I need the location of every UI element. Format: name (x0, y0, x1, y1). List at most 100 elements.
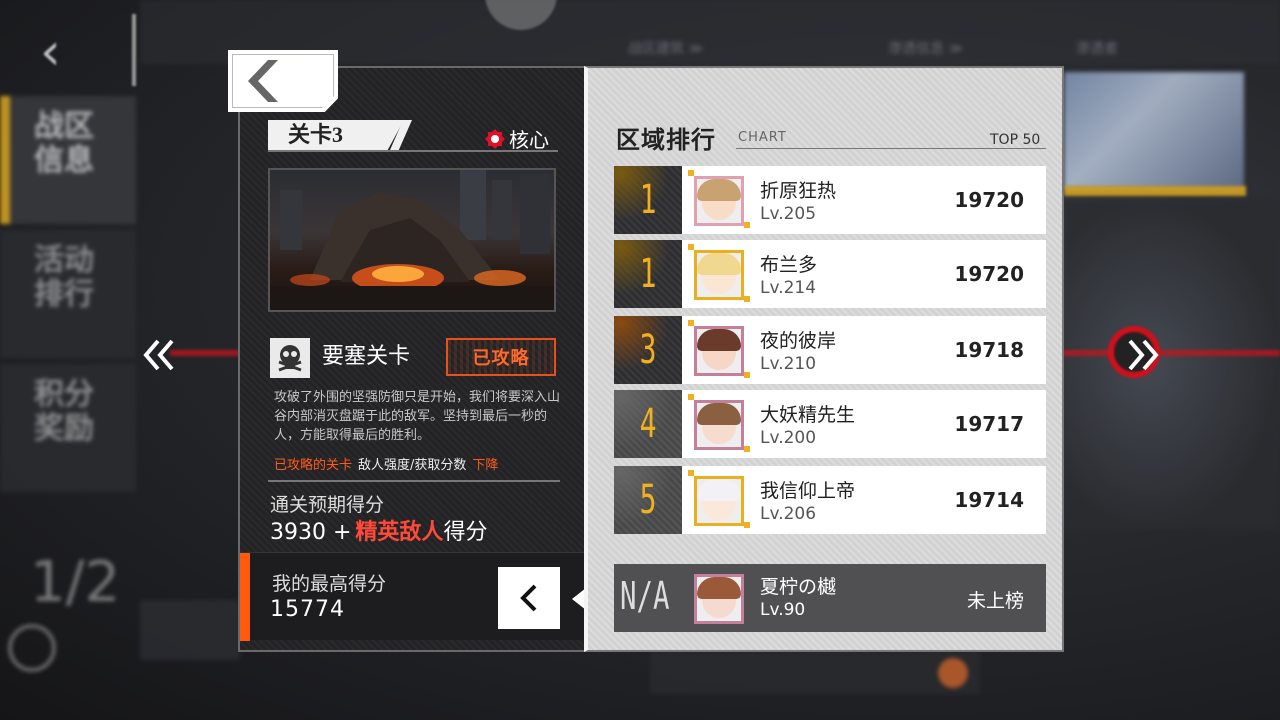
my-player-name: 夏柠の樾 (760, 576, 837, 598)
expected-score-tail: 得分 (443, 520, 488, 545)
best-score-value: 15774 (270, 597, 345, 622)
my-rank: N/A (620, 574, 670, 618)
double-chevron-left-icon (143, 339, 174, 371)
background-sidebar-label: 积分奖励 (34, 377, 94, 446)
background-circle-icon (8, 624, 56, 672)
background-tab-buildings: 战区建筑 ≫ (628, 41, 704, 57)
fortress-skull-icon (270, 338, 310, 378)
event-map-screen: 战区建筑 ≫ 渗透信息 ≫ 渗透者 ‹ 战区信息 活动排行 积分奖励 1/2 关… (0, 0, 1280, 720)
previous-stage-button[interactable] (140, 336, 180, 374)
player-level: Lv.200 (760, 428, 817, 448)
region-ranking-panel: 区域排行 CHART TOP 50 1 折原狂热 Lv.205 19720 1 布兰多 Lv… (584, 66, 1064, 652)
rank-number: 5 (639, 477, 657, 523)
player-level: Lv.210 (760, 354, 817, 374)
best-score-accent (240, 553, 250, 641)
stage-preview-image (268, 168, 556, 312)
player-name: 折原狂热 (760, 180, 837, 202)
background-banner-strip (1064, 186, 1246, 196)
best-score-label: 我的最高得分 (272, 573, 387, 595)
player-score: 19720 (954, 188, 1024, 212)
background-sidebar: 战区信息 活动排行 积分奖励 (0, 96, 138, 526)
player-avatar (694, 400, 744, 450)
avatar-hair (697, 577, 741, 599)
best-score-box: 我的最高得分 15774 (240, 552, 586, 641)
chevron-left-icon (248, 60, 278, 102)
player-score: 19718 (954, 338, 1024, 362)
cleared-rule-text: 敌人强度/获取分数 (358, 458, 467, 473)
ranking-row[interactable]: 1 布兰多 Lv.214 19720 (614, 240, 1046, 308)
avatar-corner (744, 296, 750, 302)
close-dialog-button[interactable] (228, 50, 338, 112)
background-bottom-bar (650, 652, 980, 694)
next-stage-button[interactable] (1122, 336, 1162, 374)
background-tab-infiltration: 渗透信息 ≫ (888, 41, 964, 57)
double-chevron-right-icon (1128, 339, 1159, 371)
my-ranking-status: 未上榜 (966, 590, 1024, 612)
avatar-hair (697, 479, 741, 501)
player-level: Lv.205 (760, 204, 817, 224)
stage-info-panel: 关卡3 核心 要塞关卡 已攻略 攻破了外围的坚强防御只是开始，我们将要深入山谷内… (238, 66, 586, 652)
expected-score-formula: 3930 + 精英敌人 得分 (270, 514, 487, 546)
background-banner (1064, 72, 1244, 188)
expected-score-base: 3930 + (270, 520, 352, 545)
ranking-chart-label: CHART (738, 130, 787, 145)
gear-badge-icon (485, 128, 505, 149)
cleared-badge: 已攻略 (446, 338, 556, 376)
stage-description: 攻破了外围的坚强防御只是开始，我们将要深入山谷内部消灭盘踞于此的敌军。坚持到最后… (274, 390, 561, 443)
rank-badge: 4 (614, 390, 682, 458)
background-map-area (1064, 200, 1280, 530)
cleared-rule-prefix: 已攻略的关卡 (274, 458, 353, 473)
player-avatar (694, 250, 744, 300)
background-divider (132, 14, 136, 86)
avatar-hair (697, 403, 741, 425)
ranking-top-label: TOP 50 (990, 132, 1041, 148)
ranking-row[interactable]: 5 我信仰上帝 Lv.206 19714 (614, 466, 1046, 534)
player-score: 19720 (954, 262, 1024, 286)
stage-label: 关卡3 (288, 122, 344, 147)
stage-type-label: 要塞关卡 (322, 344, 411, 369)
player-name: 布兰多 (760, 254, 818, 276)
ruined-city-illustration (270, 170, 554, 310)
ranking-row[interactable]: 4 大妖精先生 Lv.200 19717 (614, 390, 1046, 458)
background-sidebar-label: 战区信息 (34, 109, 94, 178)
avatar-corner (744, 372, 750, 378)
background-sidebar-item: 积分奖励 (0, 364, 136, 492)
player-avatar (694, 326, 744, 376)
player-avatar (694, 476, 744, 526)
rank-number: 4 (639, 401, 657, 447)
rank-badge: 5 (614, 466, 682, 534)
background-bottom-card (140, 600, 240, 660)
my-ranking-row: N/A 夏柠の樾 Lv.90 未上榜 (614, 564, 1046, 632)
player-score: 19714 (954, 488, 1024, 512)
rank-badge: 1 (614, 166, 682, 234)
avatar-hair (697, 179, 741, 201)
expected-score-label: 通关预期得分 (270, 494, 385, 516)
rule-divider (268, 480, 560, 482)
rank-number: 1 (639, 177, 657, 223)
collapse-ranking-button[interactable] (498, 567, 560, 629)
rank-number: 3 (639, 327, 657, 373)
player-name: 夜的彼岸 (760, 330, 837, 352)
background-tab-infiltrator: 渗透者 (1076, 41, 1118, 57)
ranking-row[interactable]: 3 夜的彼岸 Lv.210 19718 (614, 316, 1046, 384)
avatar-hair (697, 253, 741, 275)
ranking-title-underline (736, 148, 1046, 149)
player-score: 19717 (954, 412, 1024, 436)
rank-number: 1 (639, 251, 657, 297)
rank-badge: 3 (614, 316, 682, 384)
player-name: 我信仰上帝 (760, 480, 856, 502)
player-level: Lv.206 (760, 504, 817, 524)
expected-score-elite: 精英敌人 (355, 520, 444, 545)
ranking-row[interactable]: 1 折原狂热 Lv.205 19720 (614, 166, 1046, 234)
background-progress: 1/2 (30, 550, 121, 615)
core-badge: 核心 (484, 124, 549, 153)
avatar-corner (744, 522, 750, 528)
background-orange-icon (938, 658, 968, 688)
avatar-corner (744, 222, 750, 228)
core-label: 核心 (509, 128, 549, 152)
player-name: 大妖精先生 (760, 404, 856, 426)
my-avatar (694, 574, 744, 624)
player-level: Lv.214 (760, 278, 817, 298)
cleared-label: 已攻略 (472, 348, 530, 369)
avatar-hair (697, 329, 741, 351)
